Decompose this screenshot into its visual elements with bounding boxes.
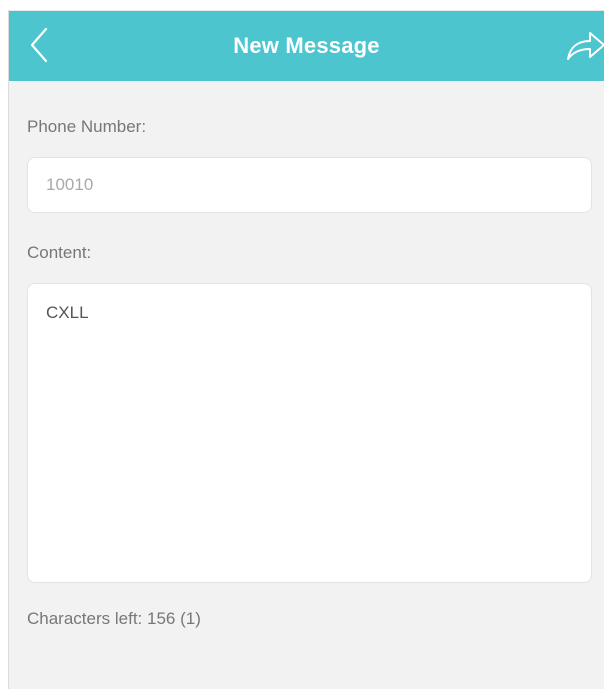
page-title: New Message bbox=[233, 33, 380, 58]
send-button[interactable] bbox=[562, 27, 604, 65]
new-message-screen: New Message Phone Number: Content: CXLL … bbox=[8, 10, 604, 689]
characters-left-counter: Characters left: 156 (1) bbox=[27, 609, 201, 629]
chevron-left-icon bbox=[30, 27, 48, 63]
characters-left-count: 156 (1) bbox=[147, 609, 201, 628]
phone-number-label: Phone Number: bbox=[27, 117, 147, 136]
share-arrow-icon bbox=[567, 32, 604, 60]
phone-number-input[interactable] bbox=[27, 157, 592, 213]
back-button[interactable] bbox=[23, 25, 55, 65]
header-bar: New Message bbox=[9, 11, 604, 81]
content-textarea[interactable]: CXLL bbox=[27, 283, 592, 583]
characters-left-label: Characters left: bbox=[27, 609, 143, 628]
content-label: Content: bbox=[27, 243, 92, 262]
